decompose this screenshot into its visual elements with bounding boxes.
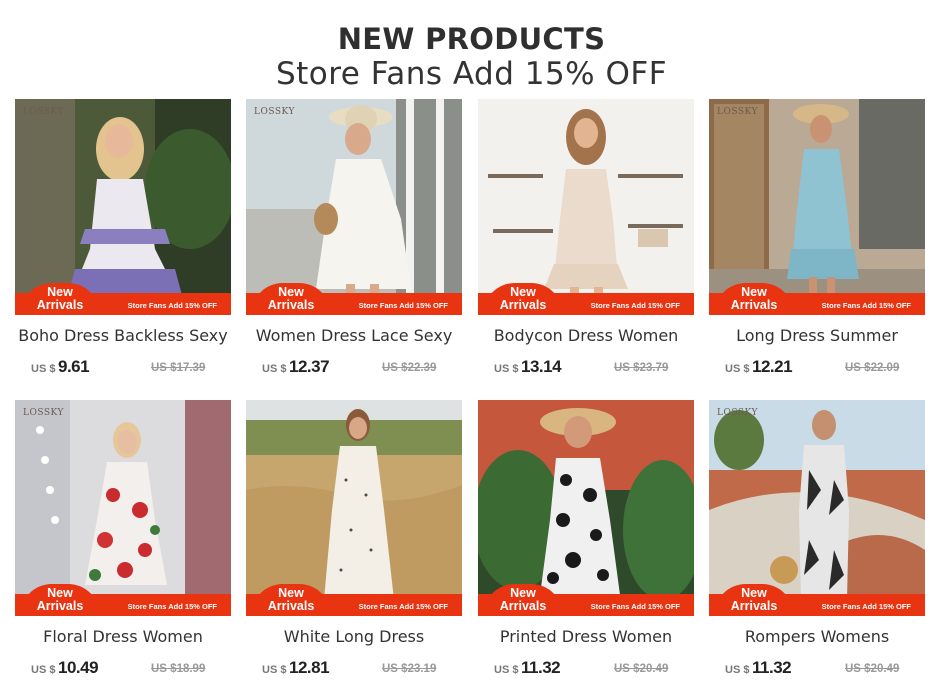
original-price: US $23.79 — [614, 362, 669, 374]
sale-price: 11.32 — [521, 658, 561, 677]
promo-banner-text: Store Fans Add 15% OFF — [590, 602, 680, 611]
new-arrivals-text: New Arrivals — [499, 586, 547, 613]
price-row: US $ 10.49 US $18.99 — [31, 658, 231, 680]
original-price: US $22.09 — [845, 362, 900, 374]
new-arrivals-badge: New Arrivals — [714, 283, 794, 315]
currency-label: US $ — [725, 664, 750, 676]
product-card[interactable]: Store Fans Add 15% OFF New Arrivals Prin… — [478, 400, 694, 690]
product-title[interactable]: Long Dress Summer — [703, 326, 931, 345]
promo-banner-text: Store Fans Add 15% OFF — [821, 301, 911, 310]
new-arrivals-badge: New Arrivals — [483, 584, 563, 616]
new-arrivals-badge: New Arrivals — [714, 584, 794, 616]
promo-banner-text: Store Fans Add 15% OFF — [358, 602, 448, 611]
currency-label: US $ — [494, 664, 519, 676]
new-arrivals-badge: New Arrivals — [483, 283, 563, 315]
original-price: US $20.49 — [614, 663, 669, 675]
product-image[interactable]: LOSSKY Store Fans Add 15% OFF New Arriva… — [709, 400, 925, 616]
original-price: US $23.19 — [382, 663, 437, 675]
price-row: US $ 12.21 US $22.09 — [725, 357, 925, 379]
product-image[interactable]: Store Fans Add 15% OFF New Arrivals — [478, 400, 694, 616]
new-arrivals-badge: New Arrivals — [251, 283, 331, 315]
product-title[interactable]: Printed Dress Women — [472, 627, 700, 646]
currency-label: US $ — [262, 363, 287, 375]
brand-logo: LOSSKY — [254, 107, 295, 117]
sale-price: 10.49 — [58, 658, 99, 677]
price-row: US $ 13.14 US $23.79 — [494, 357, 694, 379]
currency-label: US $ — [494, 363, 519, 375]
brand-logo: LOSSKY — [23, 408, 64, 418]
brand-logo: LOSSKY — [717, 107, 758, 117]
original-price: US $20.49 — [845, 663, 900, 675]
price-row: US $ 9.61 US $17.39 — [31, 357, 231, 379]
original-price: US $17.39 — [151, 362, 206, 374]
page-subtitle: Store Fans Add 15% OFF — [275, 56, 668, 92]
price-row: US $ 12.37 US $22.39 — [262, 357, 462, 379]
new-arrivals-text: New Arrivals — [36, 586, 84, 613]
product-card[interactable]: LOSSKY Store Fans Add 15% OFF New Arriva… — [15, 99, 231, 389]
brand-logo: LOSSKY — [23, 107, 64, 117]
product-card[interactable]: Store Fans Add 15% OFF New Arrivals Whit… — [246, 400, 462, 690]
product-card[interactable]: LOSSKY Store Fans Add 15% OFF New Arriva… — [709, 400, 925, 690]
currency-label: US $ — [725, 363, 750, 375]
sale-price: 11.32 — [752, 658, 792, 677]
new-arrivals-badge: New Arrivals — [20, 283, 100, 315]
promo-page: NEW PRODUCTS Store Fans Add 15% OFF LOSS… — [0, 0, 943, 691]
sale-price: 12.81 — [289, 658, 330, 677]
price-row: US $ 11.32 US $20.49 — [494, 658, 694, 680]
product-title[interactable]: Women Dress Lace Sexy — [240, 326, 468, 345]
promo-banner-text: Store Fans Add 15% OFF — [127, 301, 217, 310]
product-card[interactable]: Store Fans Add 15% OFF New Arrivals Body… — [478, 99, 694, 389]
sale-price: 12.37 — [289, 357, 330, 376]
sale-price: 13.14 — [521, 357, 562, 376]
product-image[interactable]: Store Fans Add 15% OFF New Arrivals — [246, 400, 462, 616]
product-title[interactable]: White Long Dress — [240, 627, 468, 646]
sale-price: 9.61 — [58, 357, 90, 376]
product-title[interactable]: Floral Dress Women — [9, 627, 237, 646]
brand-logo: LOSSKY — [717, 408, 758, 418]
page-title: NEW PRODUCTS — [337, 22, 606, 56]
currency-label: US $ — [262, 664, 287, 676]
new-arrivals-badge: New Arrivals — [20, 584, 100, 616]
new-arrivals-text: New Arrivals — [499, 285, 547, 312]
new-arrivals-text: New Arrivals — [36, 285, 84, 312]
product-title[interactable]: Bodycon Dress Women — [472, 326, 700, 345]
new-arrivals-badge: New Arrivals — [251, 584, 331, 616]
product-image[interactable]: LOSSKY Store Fans Add 15% OFF New Arriva… — [15, 99, 231, 315]
new-arrivals-text: New Arrivals — [730, 285, 778, 312]
original-price: US $22.39 — [382, 362, 437, 374]
promo-banner-text: Store Fans Add 15% OFF — [358, 301, 448, 310]
promo-banner-text: Store Fans Add 15% OFF — [821, 602, 911, 611]
product-image[interactable]: Store Fans Add 15% OFF New Arrivals — [478, 99, 694, 315]
currency-label: US $ — [31, 363, 56, 375]
new-arrivals-text: New Arrivals — [730, 586, 778, 613]
product-title[interactable]: Rompers Womens — [703, 627, 931, 646]
original-price: US $18.99 — [151, 663, 206, 675]
price-row: US $ 11.32 US $20.49 — [725, 658, 925, 680]
sale-price: 12.21 — [752, 357, 793, 376]
product-image[interactable]: LOSSKY Store Fans Add 15% OFF New Arriva… — [246, 99, 462, 315]
price-row: US $ 12.81 US $23.19 — [262, 658, 462, 680]
product-image[interactable]: LOSSKY Store Fans Add 15% OFF New Arriva… — [709, 99, 925, 315]
product-card[interactable]: LOSSKY Store Fans Add 15% OFF New Arriva… — [15, 400, 231, 690]
promo-banner-text: Store Fans Add 15% OFF — [127, 602, 217, 611]
new-arrivals-text: New Arrivals — [267, 285, 315, 312]
product-title[interactable]: Boho Dress Backless Sexy — [9, 326, 237, 345]
product-card[interactable]: LOSSKY Store Fans Add 15% OFF New Arriva… — [246, 99, 462, 389]
new-arrivals-text: New Arrivals — [267, 586, 315, 613]
currency-label: US $ — [31, 664, 56, 676]
product-card[interactable]: LOSSKY Store Fans Add 15% OFF New Arriva… — [709, 99, 925, 389]
promo-banner-text: Store Fans Add 15% OFF — [590, 301, 680, 310]
product-image[interactable]: LOSSKY Store Fans Add 15% OFF New Arriva… — [15, 400, 231, 616]
